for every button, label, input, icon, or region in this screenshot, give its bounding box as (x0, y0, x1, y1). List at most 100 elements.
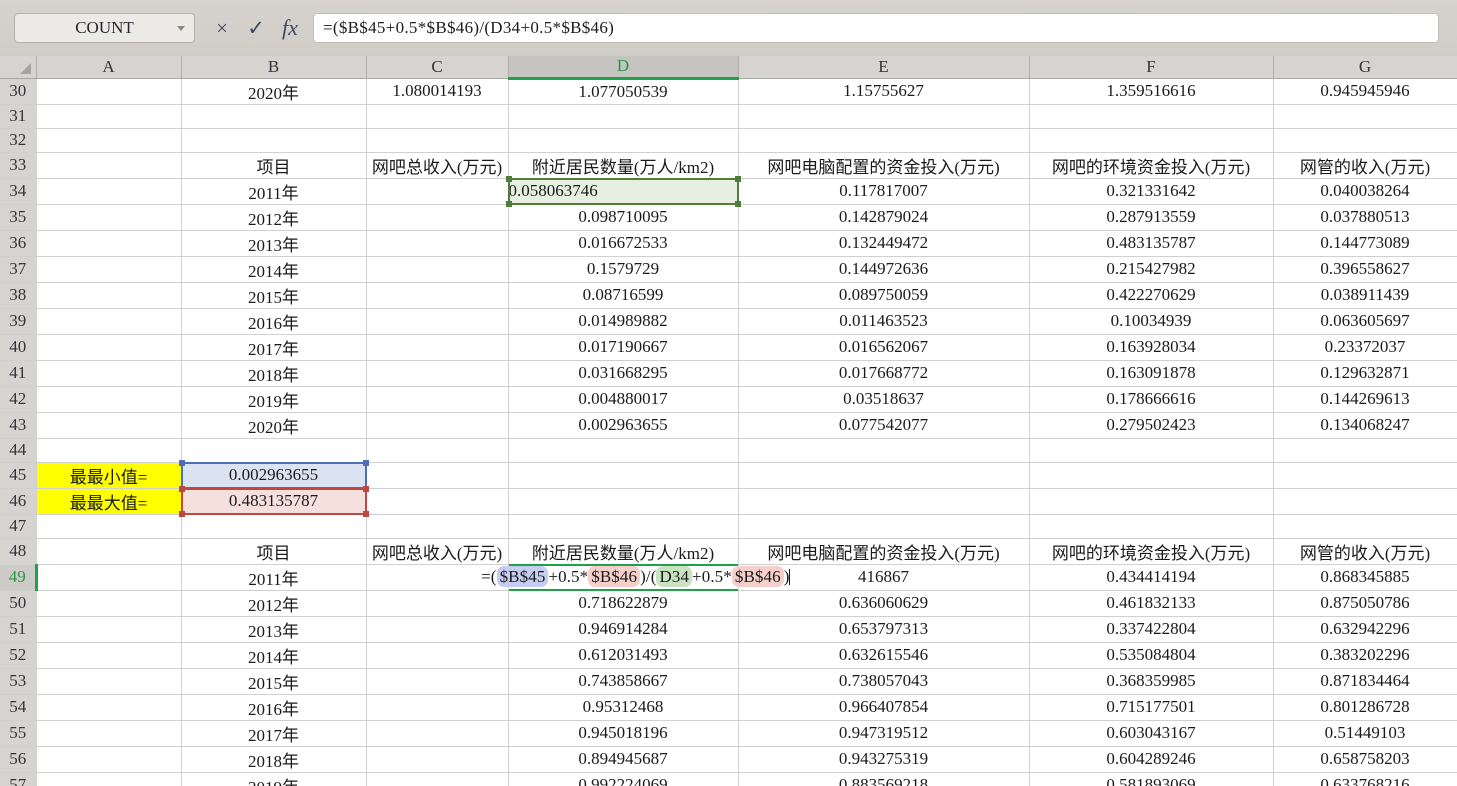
cell-d41[interactable]: 0.031668295 (508, 360, 739, 387)
cell-b36[interactable]: 2013年 (181, 230, 367, 257)
row-header-45[interactable]: 45 (0, 462, 37, 489)
check-icon[interactable]: ✓ (241, 13, 271, 43)
cell-a43[interactable] (36, 412, 182, 439)
cell-c47[interactable] (366, 514, 509, 539)
cell-b41[interactable]: 2018年 (181, 360, 367, 387)
cell-c41[interactable] (366, 360, 509, 387)
cell-c40[interactable] (366, 334, 509, 361)
select-all-corner[interactable] (0, 56, 37, 79)
cell-c37[interactable] (366, 256, 509, 283)
row-header-47[interactable]: 47 (0, 514, 37, 539)
cell-c36[interactable] (366, 230, 509, 257)
cell-c42[interactable] (366, 386, 509, 413)
cell-a53[interactable] (36, 668, 182, 695)
row-header-48[interactable]: 48 (0, 538, 37, 565)
cell-d47[interactable] (508, 514, 739, 539)
cell-a36[interactable] (36, 230, 182, 257)
cell-g49[interactable]: 0.868345885 (1273, 564, 1457, 591)
cell-b42[interactable]: 2019年 (181, 386, 367, 413)
cell-d33[interactable]: 附近居民数量(万人/km2) (508, 152, 739, 179)
cell-f47[interactable] (1029, 514, 1274, 539)
cell-b40[interactable]: 2017年 (181, 334, 367, 361)
cell-a31[interactable] (36, 104, 182, 129)
cell-f49[interactable]: 0.434414194 (1029, 564, 1274, 591)
selection-handle[interactable] (505, 200, 512, 207)
cell-d55[interactable]: 0.945018196 (508, 720, 739, 747)
row-header-46[interactable]: 46 (0, 488, 37, 515)
cell-c32[interactable] (366, 128, 509, 153)
cell-c51[interactable] (366, 616, 509, 643)
cell-g50[interactable]: 0.875050786 (1273, 590, 1457, 617)
cell-e33[interactable]: 网吧电脑配置的资金投入(万元) (738, 152, 1030, 179)
cell-a30[interactable] (36, 78, 182, 105)
cell-e52[interactable]: 0.632615546 (738, 642, 1030, 669)
cell-a49[interactable] (36, 564, 182, 591)
cell-a56[interactable] (36, 746, 182, 773)
cell-a55[interactable] (36, 720, 182, 747)
cell-e31[interactable] (738, 104, 1030, 129)
row-header-33[interactable]: 33 (0, 152, 37, 179)
cell-e55[interactable]: 0.947319512 (738, 720, 1030, 747)
cell-e44[interactable] (738, 438, 1030, 463)
row-header-37[interactable]: 37 (0, 256, 37, 283)
range-handle[interactable] (362, 459, 369, 466)
cell-g56[interactable]: 0.658758203 (1273, 746, 1457, 773)
row-header-38[interactable]: 38 (0, 282, 37, 309)
cell-d31[interactable] (508, 104, 739, 129)
cell-d50[interactable]: 0.718622879 (508, 590, 739, 617)
cell-g32[interactable] (1273, 128, 1457, 153)
cell-f39[interactable]: 0.10034939 (1029, 308, 1274, 335)
cell-g53[interactable]: 0.871834464 (1273, 668, 1457, 695)
cell-f50[interactable]: 0.461832133 (1029, 590, 1274, 617)
cell-g47[interactable] (1273, 514, 1457, 539)
cell-f40[interactable]: 0.163928034 (1029, 334, 1274, 361)
cell-b35[interactable]: 2012年 (181, 204, 367, 231)
cell-e48[interactable]: 网吧电脑配置的资金投入(万元) (738, 538, 1030, 565)
cell-c44[interactable] (366, 438, 509, 463)
cell-a38[interactable] (36, 282, 182, 309)
cell-a44[interactable] (36, 438, 182, 463)
cell-d45[interactable] (508, 462, 739, 489)
cell-g45[interactable] (1273, 462, 1457, 489)
cell-a47[interactable] (36, 514, 182, 539)
cell-d34[interactable]: 0.058063746 (505, 175, 741, 207)
cell-g42[interactable]: 0.144269613 (1273, 386, 1457, 413)
cell-b53[interactable]: 2015年 (181, 668, 367, 695)
cell-a33[interactable] (36, 152, 182, 179)
column-header-a[interactable]: A (36, 56, 182, 79)
cell-e42[interactable]: 0.03518637 (738, 386, 1030, 413)
formula-ref-pink[interactable]: $B$46 (588, 565, 641, 587)
cell-g40[interactable]: 0.23372037 (1273, 334, 1457, 361)
cell-g52[interactable]: 0.383202296 (1273, 642, 1457, 669)
row-header-54[interactable]: 54 (0, 694, 37, 721)
cell-a42[interactable] (36, 386, 182, 413)
cell-b47[interactable] (181, 514, 367, 539)
cell-d54[interactable]: 0.95312468 (508, 694, 739, 721)
cell-g36[interactable]: 0.144773089 (1273, 230, 1457, 257)
cell-d46[interactable] (508, 488, 739, 515)
cell-a54[interactable] (36, 694, 182, 721)
cell-e37[interactable]: 0.144972636 (738, 256, 1030, 283)
selection-handle[interactable] (734, 175, 741, 182)
cell-d35[interactable]: 0.098710095 (508, 204, 739, 231)
cell-b32[interactable] (181, 128, 367, 153)
cell-c43[interactable] (366, 412, 509, 439)
cell-e30[interactable]: 1.15755627 (738, 78, 1030, 105)
cell-b37[interactable]: 2014年 (181, 256, 367, 283)
row-header-41[interactable]: 41 (0, 360, 37, 387)
cell-f43[interactable]: 0.279502423 (1029, 412, 1274, 439)
cell-d49[interactable]: =($B$45 +0.5* $B$46)/(D34 +0.5* $B$46) (481, 563, 790, 591)
cell-f41[interactable]: 0.163091878 (1029, 360, 1274, 387)
cell-f35[interactable]: 0.287913559 (1029, 204, 1274, 231)
cell-e57[interactable]: 0.883569218 (738, 772, 1030, 786)
cell-b45[interactable]: 0.002963655 (178, 459, 369, 489)
cell-c34[interactable] (366, 178, 509, 205)
cell-f44[interactable] (1029, 438, 1274, 463)
cell-c31[interactable] (366, 104, 509, 129)
cell-b54[interactable]: 2016年 (181, 694, 367, 721)
row-header-39[interactable]: 39 (0, 308, 37, 335)
range-handle[interactable] (178, 485, 185, 492)
cell-g34[interactable]: 0.040038264 (1273, 178, 1457, 205)
cell-a37[interactable] (36, 256, 182, 283)
cell-b55[interactable]: 2017年 (181, 720, 367, 747)
